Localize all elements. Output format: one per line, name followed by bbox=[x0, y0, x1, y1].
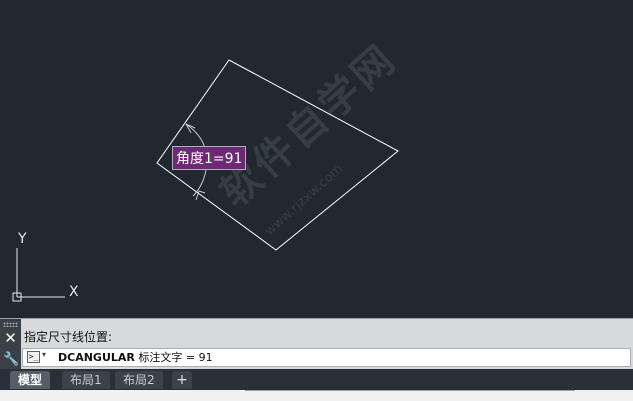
command-window-sidebar: ✕ 🔧 bbox=[0, 319, 21, 370]
drawing-svg: Y X bbox=[12, 59, 399, 302]
status-bar bbox=[0, 390, 633, 401]
ucs-x-label: X bbox=[69, 284, 79, 300]
drawing-canvas[interactable]: Y X 软件自学网 www.rjzxw.com 角度1=91 bbox=[0, 0, 633, 318]
tab-layout1[interactable]: 布局1 bbox=[62, 371, 110, 389]
command-prompt-icon[interactable]: >_ bbox=[27, 351, 40, 363]
wrench-icon[interactable]: 🔧 bbox=[3, 352, 19, 367]
tab-model[interactable]: 模型 bbox=[10, 371, 51, 389]
command-rest: 标注文字 = 91 bbox=[134, 351, 213, 364]
command-text: DCANGULAR 标注文字 = 91 bbox=[58, 350, 213, 365]
dimension-arc-lower bbox=[192, 169, 207, 197]
command-window: ✕ 🔧 指定尺寸线位置: >_ ▾ DCANGULAR 标注文字 = 91 bbox=[0, 318, 633, 370]
close-icon[interactable]: ✕ bbox=[3, 331, 18, 346]
command-history: 指定尺寸线位置: bbox=[24, 330, 113, 344]
layout-tabs: 模型 布局1 布局2 + bbox=[0, 369, 633, 390]
tab-layout2[interactable]: 布局2 bbox=[115, 371, 163, 389]
dimension-text-label[interactable]: 角度1=91 bbox=[172, 146, 247, 170]
ucs-y-label: Y bbox=[17, 231, 27, 247]
grip-handle-icon[interactable] bbox=[3, 322, 18, 327]
command-input[interactable]: >_ ▾ DCANGULAR 标注文字 = 91 bbox=[22, 348, 631, 367]
ucs-icon: Y X bbox=[12, 231, 79, 302]
command-name: DCANGULAR bbox=[58, 351, 135, 364]
add-layout-button[interactable]: + bbox=[172, 371, 192, 389]
status-bar-divider bbox=[245, 390, 575, 391]
chevron-down-icon[interactable]: ▾ bbox=[42, 350, 46, 359]
